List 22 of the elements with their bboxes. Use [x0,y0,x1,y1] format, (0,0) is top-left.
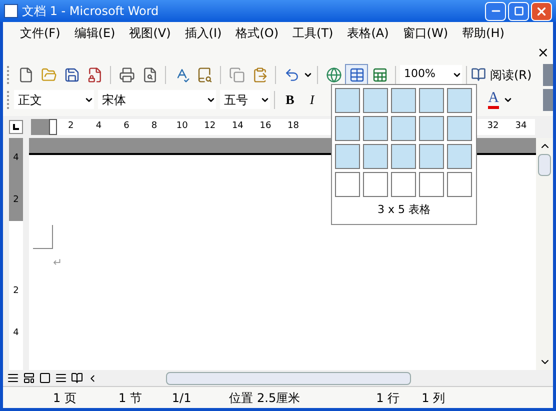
ruler-number: 6 [122,120,130,134]
ruler-number: 18 [286,120,300,134]
ruler-number: 16 [258,120,272,134]
ruler-number: 4 [94,120,103,134]
status-field: 位置 2.5厘米 [229,388,300,406]
status-field: 1 节 [118,388,142,406]
status-field: 1/1 [172,388,192,406]
status-field: 1 行 [376,388,400,406]
paragraph-mark: ↵ [53,255,64,271]
ruler-number: 4 [9,138,23,180]
table-size-label: 3 x 5 表格 [376,202,432,218]
ruler-number: 12 [203,120,217,134]
status-field: 1 页 [53,388,76,406]
status-field: 1 列 [422,388,446,406]
ruler-number: 34 [514,120,528,134]
ruler-number: 32 [486,120,500,134]
ruler-number: 14 [230,120,244,134]
ruler-number: 2 [9,180,23,221]
window-title: 文档 1 - Microsoft Word [22,3,159,20]
ruler-number: 2 [67,120,75,134]
ruler-number: 10 [175,120,189,134]
ruler-number: 8 [150,120,158,134]
